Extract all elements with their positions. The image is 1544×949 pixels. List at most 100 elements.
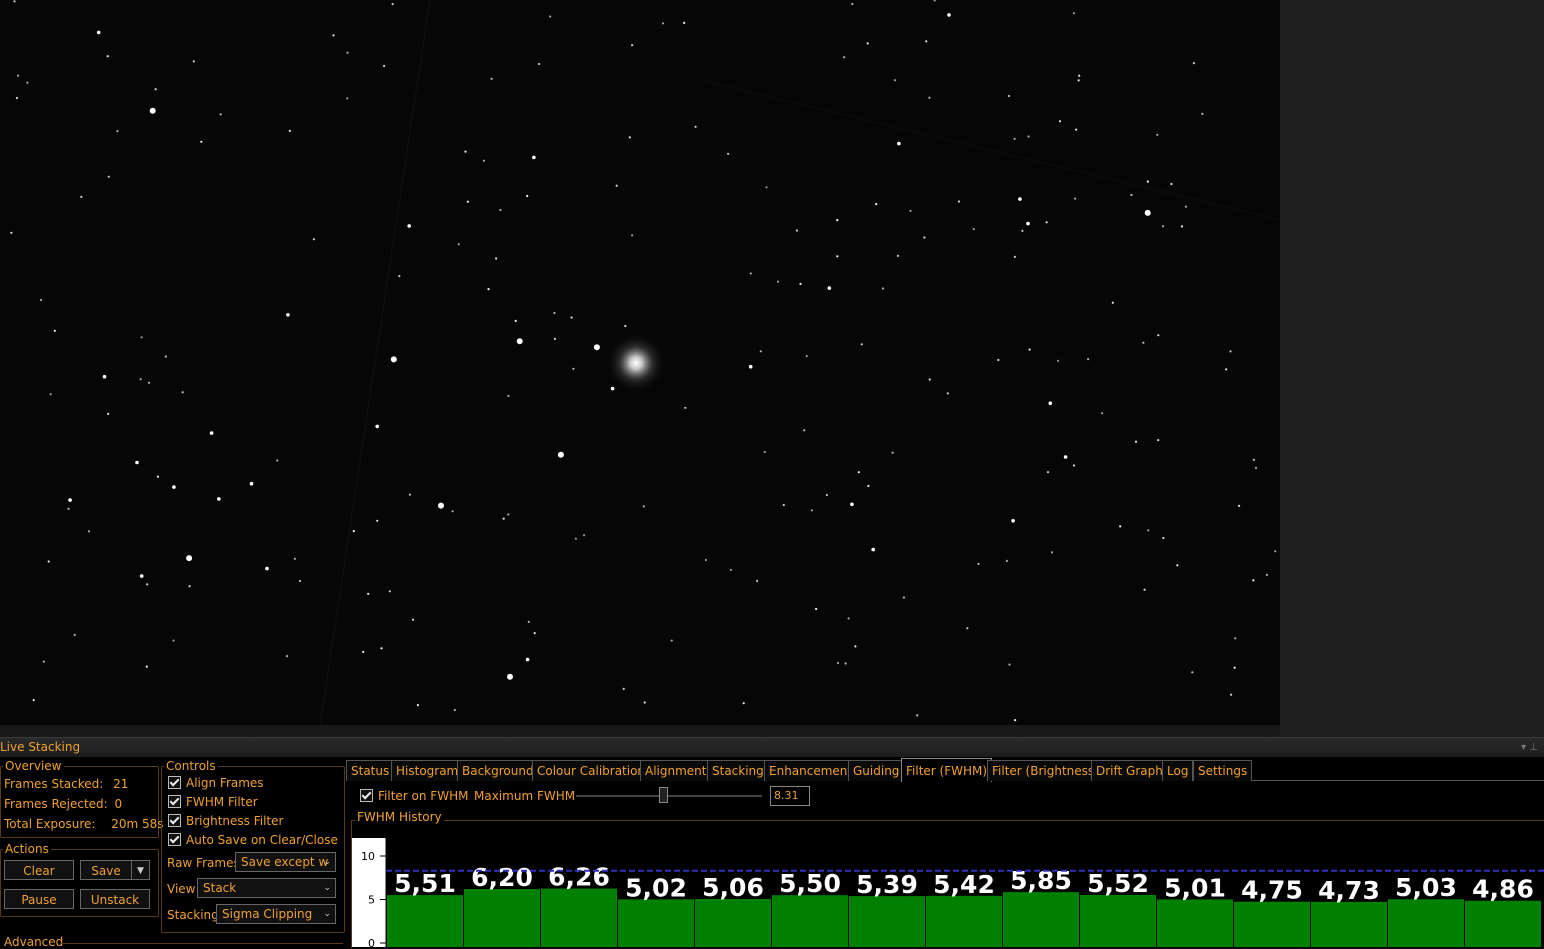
star bbox=[154, 88, 157, 91]
star bbox=[200, 140, 203, 143]
check-icon[interactable] bbox=[360, 789, 373, 802]
star bbox=[615, 184, 618, 187]
star bbox=[1233, 666, 1236, 669]
star bbox=[897, 141, 901, 146]
star bbox=[1078, 74, 1081, 77]
check-icon[interactable] bbox=[168, 795, 181, 808]
star bbox=[683, 21, 686, 24]
star bbox=[73, 633, 76, 637]
fwhm-bar-label: 5,02 bbox=[625, 873, 687, 902]
star bbox=[553, 337, 557, 340]
tab-settings[interactable]: Settings bbox=[1193, 760, 1253, 781]
star bbox=[803, 429, 806, 432]
auto-save-checkbox[interactable]: Auto Save on Clear/Close bbox=[168, 833, 338, 847]
filter-on-fwhm-checkbox[interactable]: Filter on FWHM bbox=[360, 789, 468, 803]
star bbox=[553, 311, 556, 315]
star bbox=[827, 286, 832, 290]
max-fwhm-slider-thumb[interactable] bbox=[659, 787, 669, 803]
star bbox=[825, 493, 829, 497]
tab-guiding[interactable]: Guiding bbox=[848, 760, 905, 781]
check-icon[interactable] bbox=[168, 833, 181, 846]
brightness-filter-checkbox[interactable]: Brightness Filter bbox=[168, 814, 283, 828]
star bbox=[507, 394, 510, 397]
fwhm-bar bbox=[1311, 901, 1387, 947]
star bbox=[643, 701, 646, 704]
tab-histogram[interactable]: Histogram bbox=[391, 760, 464, 781]
star bbox=[17, 74, 20, 77]
star bbox=[438, 502, 444, 509]
star bbox=[139, 574, 144, 578]
star bbox=[1252, 579, 1255, 582]
check-icon[interactable] bbox=[168, 776, 181, 789]
star bbox=[1225, 368, 1228, 371]
fwhm-bar-label: 6,26 bbox=[548, 863, 610, 892]
panel-pin-icons[interactable]: ▾ ⊥ bbox=[1521, 738, 1538, 757]
fwhm-bar bbox=[1003, 892, 1079, 947]
star bbox=[1008, 663, 1011, 666]
fwhm-bar bbox=[772, 895, 848, 947]
star bbox=[570, 316, 573, 319]
star bbox=[312, 238, 315, 241]
stacking-select[interactable]: Sigma Clipping ⌄ bbox=[216, 904, 336, 924]
fwhm-chart[interactable]: 10 5 0 5,51 6,20 6,26 5,02 5,06 5,50 5,39 5,42 5,85… bbox=[358, 838, 1544, 947]
unstack-button[interactable]: Unstack bbox=[80, 889, 150, 909]
pause-button[interactable]: Pause bbox=[4, 889, 74, 909]
fwhm-filter-checkbox[interactable]: FWHM Filter bbox=[168, 795, 258, 809]
live-stacking-header: Live Stacking ▾ ⊥ bbox=[0, 737, 1544, 757]
check-icon[interactable] bbox=[168, 814, 181, 827]
raw-frames-select[interactable]: Save except w ⌄ bbox=[235, 852, 336, 872]
star bbox=[135, 460, 139, 465]
y-tick-label: 5 bbox=[368, 894, 375, 907]
save-button[interactable]: Save bbox=[80, 860, 132, 880]
star bbox=[574, 537, 578, 540]
tab-background[interactable]: Background bbox=[457, 760, 539, 781]
tab-enhancement[interactable]: Enhancement bbox=[764, 760, 858, 781]
star bbox=[928, 96, 931, 99]
fwhm-bar bbox=[464, 889, 540, 947]
star bbox=[610, 386, 615, 391]
starfield-svg bbox=[0, 0, 1280, 725]
star bbox=[298, 579, 302, 583]
align-frames-checkbox[interactable]: Align Frames bbox=[168, 776, 264, 790]
star bbox=[102, 374, 107, 379]
live-stack-image[interactable] bbox=[0, 0, 1280, 725]
stacking-value: Sigma Clipping bbox=[222, 907, 313, 921]
star bbox=[1143, 588, 1146, 591]
star bbox=[1014, 719, 1017, 722]
star bbox=[759, 350, 762, 353]
tab-drift-graph[interactable]: Drift Graph bbox=[1091, 760, 1168, 781]
overview-title: Overview bbox=[3, 758, 64, 774]
tab-stacking[interactable]: Stacking bbox=[707, 760, 769, 781]
fwhm-bar-label: 5,51 bbox=[394, 869, 456, 898]
star bbox=[1021, 229, 1024, 232]
star bbox=[383, 64, 386, 68]
fwhm-bar bbox=[849, 896, 925, 947]
star bbox=[1157, 334, 1160, 337]
max-fwhm-slider-track[interactable] bbox=[576, 795, 762, 797]
tab-filter-brightness[interactable]: Filter (Brightness) bbox=[987, 760, 1104, 781]
view-select[interactable]: Stack ⌄ bbox=[197, 878, 336, 898]
star bbox=[391, 3, 394, 6]
tab-colour-calibration[interactable]: Colour Calibration bbox=[532, 760, 651, 781]
save-dropdown-chevron-icon[interactable]: ▼ bbox=[131, 860, 150, 880]
star bbox=[947, 13, 951, 17]
tab-log[interactable]: Log bbox=[1162, 760, 1194, 781]
star bbox=[1230, 693, 1233, 696]
tab-alignment[interactable]: Alignment bbox=[640, 760, 712, 781]
star bbox=[631, 44, 634, 47]
tab-status[interactable]: Status bbox=[346, 760, 395, 781]
star bbox=[265, 566, 269, 571]
clear-button[interactable]: Clear bbox=[4, 860, 74, 880]
fwhm-bar bbox=[695, 898, 771, 947]
star bbox=[288, 129, 291, 132]
image-bottom-bar-right bbox=[1280, 725, 1544, 737]
star bbox=[851, 2, 854, 6]
tab-filter-fwhm[interactable]: Filter (FWHM) bbox=[901, 758, 993, 782]
star bbox=[156, 475, 159, 478]
star bbox=[276, 459, 279, 462]
max-fwhm-input[interactable]: 8.31 bbox=[770, 786, 810, 806]
image-gutter bbox=[1280, 0, 1544, 725]
star bbox=[857, 471, 860, 474]
star bbox=[972, 228, 975, 231]
star bbox=[1007, 94, 1011, 98]
